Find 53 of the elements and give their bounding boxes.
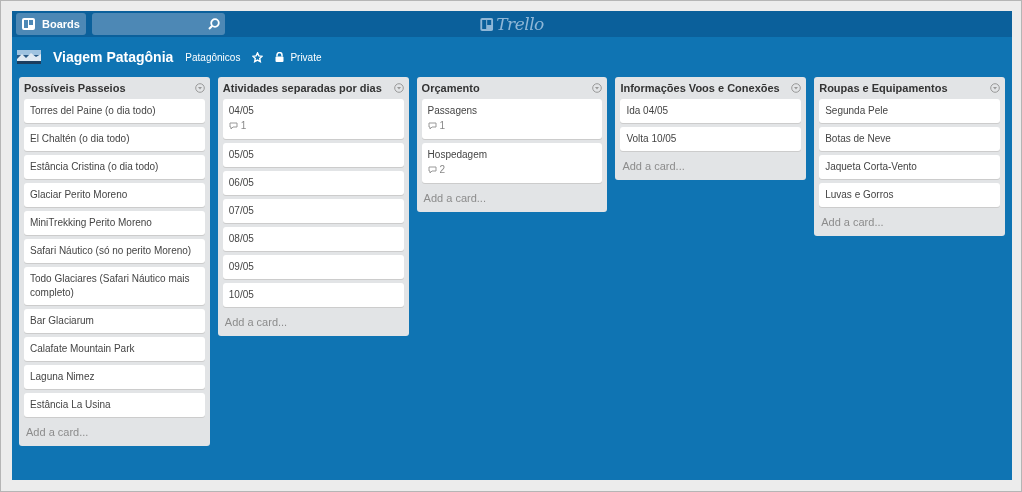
card[interactable]: 09/05 [222,255,404,279]
card[interactable]: Laguna Nimez [24,365,205,389]
card[interactable]: 08/05 [222,227,404,251]
card[interactable]: Estância La Usina [24,393,205,417]
card[interactable]: MiniTrekking Perito Moreno [24,211,205,235]
list-menu-icon[interactable] [990,83,1000,93]
team-link[interactable]: Patagônicos [185,51,241,63]
card[interactable]: Bar Glaciarum [24,309,205,333]
search-icon [207,18,220,30]
list-menu-icon[interactable] [592,83,603,93]
card[interactable]: Calafate Mountain Park [24,337,205,361]
list-title[interactable]: Roupas e Equipamentos [819,82,948,94]
boards-button[interactable]: Boards [16,13,86,35]
list-title[interactable]: Orçamento [421,82,480,94]
card[interactable]: 04/05 1 [222,99,404,139]
list-title[interactable]: Atividades separadas por dias [222,82,382,94]
card[interactable]: Luvas e Gorros [819,183,1000,207]
card[interactable]: Hospedagem 2 [421,143,603,183]
star-icon[interactable] [252,51,264,63]
card[interactable]: El Chaltén (o dia todo) [24,127,205,151]
card[interactable]: 10/05 [222,283,404,307]
card[interactable]: Jaqueta Corta-Vento [819,155,1000,179]
lock-icon [275,52,285,62]
list-menu-icon[interactable] [194,83,205,93]
card[interactable]: 05/05 [222,143,404,167]
visibility-button[interactable]: Private [275,51,322,63]
card[interactable]: Glaciar Perito Moreno [24,183,205,207]
card[interactable]: Estância Cristina (o dia todo) [24,155,205,179]
card[interactable]: Safari Náutico (só no perito Moreno) [24,239,205,263]
comment-count: 1 [439,119,446,133]
board-icon [22,18,35,30]
logo-icon [480,17,494,31]
comment-count: 1 [240,119,247,133]
card[interactable]: Volta 10/05 [620,127,802,151]
list-menu-icon[interactable] [791,83,802,93]
comment-icon [427,122,437,130]
list-title[interactable]: Informações Voos e Conexões [620,82,780,94]
card[interactable]: Segunda Pele [819,99,1000,123]
comment-count: 2 [439,163,446,177]
comment-icon [427,166,437,174]
search-field[interactable] [91,13,225,35]
board-title[interactable]: Viagem Patagônia [53,49,174,65]
card[interactable]: Torres del Paine (o dia todo) [24,99,205,123]
comment-icon [228,122,238,130]
list-menu-icon[interactable] [393,83,404,93]
list-title[interactable]: Possíveis Passeios [24,82,126,94]
trello-logo: Trello [496,14,544,34]
card[interactable]: 07/05 [222,199,404,223]
card[interactable]: 06/05 [222,171,404,195]
card[interactable]: Todo Glaciares (Safari Náutico mais completo) [24,267,205,305]
card[interactable]: Ida 04/05 [620,99,802,123]
card[interactable]: Passagens 1 [421,99,603,139]
card[interactable]: Botas de Neve [819,127,1000,151]
